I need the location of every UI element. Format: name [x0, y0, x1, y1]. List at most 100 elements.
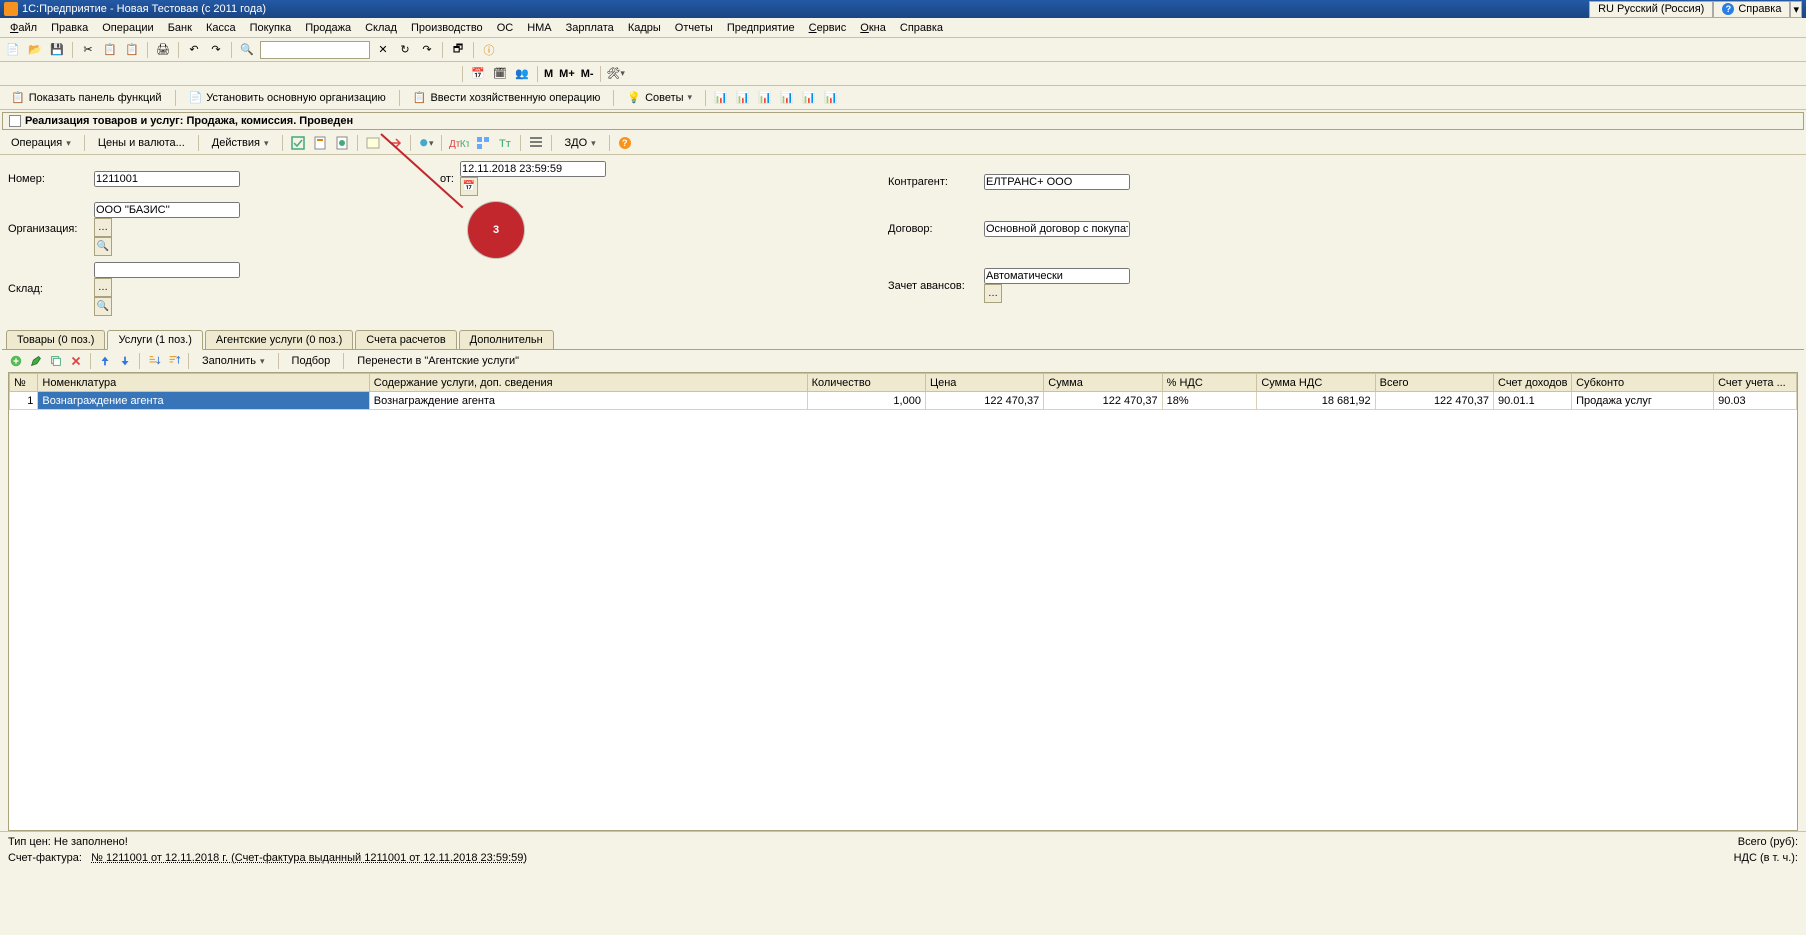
tab-additional[interactable]: Дополнительн	[459, 330, 554, 349]
print-icon[interactable]: 🖨	[154, 41, 172, 59]
add-row-icon[interactable]	[8, 353, 24, 369]
col-content[interactable]: Содержание услуги, доп. сведения	[369, 374, 807, 392]
menu-os[interactable]: ОС	[491, 20, 520, 36]
doc-icon-1[interactable]	[289, 134, 307, 152]
menu-purchase[interactable]: Покупка	[244, 20, 298, 36]
menu-operations[interactable]: Операции	[96, 20, 159, 36]
doc-icon-5[interactable]	[386, 134, 404, 152]
counterpart-field[interactable]	[984, 174, 1130, 190]
windows-icon[interactable]: 🗗	[449, 41, 467, 59]
copy-icon[interactable]: 📋	[101, 41, 119, 59]
search-icon[interactable]: 🔍	[238, 41, 256, 59]
col-vat-pct[interactable]: % НДС	[1162, 374, 1257, 392]
cell-content[interactable]: Вознаграждение агента	[369, 392, 807, 410]
cell-vat-pct[interactable]: 18%	[1162, 392, 1257, 410]
edit-row-icon[interactable]	[28, 353, 44, 369]
col-quantity[interactable]: Количество	[807, 374, 925, 392]
info-icon[interactable]: ⓘ	[480, 41, 498, 59]
menu-enterprise[interactable]: Предприятие	[721, 20, 801, 36]
menu-production[interactable]: Производство	[405, 20, 489, 36]
titlebar-dropdown[interactable]: ▾	[1790, 1, 1802, 18]
menu-reports[interactable]: Отчеты	[669, 20, 719, 36]
menu-service[interactable]: Сервис	[803, 20, 853, 36]
col-vat-sum[interactable]: Сумма НДС	[1257, 374, 1375, 392]
redo-icon[interactable]: ↷	[207, 41, 225, 59]
language-button[interactable]: RU Русский (Россия)	[1589, 1, 1713, 18]
calendar-icon[interactable]: 📅	[469, 65, 487, 83]
actions-dropdown[interactable]: Действия	[205, 135, 276, 151]
menu-warehouse[interactable]: Склад	[359, 20, 403, 36]
menu-hr[interactable]: Кадры	[622, 20, 667, 36]
m-minus-indicator[interactable]: M-	[581, 68, 594, 80]
doc-icon-6[interactable]	[417, 134, 435, 152]
cell-nomenclature[interactable]: Вознаграждение агента	[38, 392, 369, 410]
sort-desc-icon[interactable]	[166, 353, 182, 369]
menu-bank[interactable]: Банк	[162, 20, 198, 36]
undo-icon[interactable]: ↶	[185, 41, 203, 59]
tab-accounts[interactable]: Счета расчетов	[355, 330, 456, 349]
cell-subconto[interactable]: Продажа услуг	[1572, 392, 1714, 410]
fill-dropdown[interactable]: Заполнить	[195, 353, 272, 369]
col-n[interactable]: №	[10, 374, 38, 392]
search-input[interactable]	[260, 41, 370, 59]
date-field[interactable]	[460, 161, 606, 177]
menu-sale[interactable]: Продажа	[299, 20, 357, 36]
report-icon-3[interactable]: 📊	[756, 89, 774, 107]
org-search-button[interactable]: 🔍	[94, 237, 112, 256]
date-picker-button[interactable]: 📅	[460, 177, 478, 196]
tab-agent-services[interactable]: Агентские услуги (0 поз.)	[205, 330, 353, 349]
cut-icon[interactable]: ✂	[79, 41, 97, 59]
paste-icon[interactable]: 📋	[123, 41, 141, 59]
invoice-link[interactable]: № 1211001 от 12.11.2018 г. (Счет-фактура…	[91, 852, 527, 864]
cell-n[interactable]: 1	[10, 392, 38, 410]
cell-income-acc[interactable]: 90.01.1	[1494, 392, 1572, 410]
sort-asc-icon[interactable]	[146, 353, 162, 369]
report-icon-2[interactable]: 📊	[734, 89, 752, 107]
cell-total[interactable]: 122 470,37	[1375, 392, 1493, 410]
nav-icon[interactable]: ↷	[418, 41, 436, 59]
report-icon-6[interactable]: 📊	[822, 89, 840, 107]
menu-cash[interactable]: Касса	[200, 20, 242, 36]
help-button[interactable]: ?Справка	[1713, 1, 1790, 18]
services-grid[interactable]: № Номенклатура Содержание услуги, доп. с…	[8, 372, 1798, 831]
cell-sum[interactable]: 122 470,37	[1044, 392, 1162, 410]
doc-icon-3[interactable]	[333, 134, 351, 152]
doc-icon-tt[interactable]: Тт	[496, 134, 514, 152]
doc-help-icon[interactable]: ?	[616, 134, 634, 152]
col-nomenclature[interactable]: Номенклатура	[38, 374, 369, 392]
zdo-dropdown[interactable]: ЗДО	[558, 135, 603, 151]
tools-dropdown-icon[interactable]: 🛠	[607, 65, 625, 83]
move-up-icon[interactable]	[97, 353, 113, 369]
prices-button[interactable]: Цены и валюта...	[91, 135, 192, 151]
delete-row-icon[interactable]	[68, 353, 84, 369]
report-icon-5[interactable]: 📊	[800, 89, 818, 107]
cell-acc[interactable]: 90.03	[1714, 392, 1797, 410]
save-icon[interactable]: 💾	[48, 41, 66, 59]
warehouse-select-button[interactable]: …	[94, 278, 112, 297]
menu-help[interactable]: Справка	[894, 20, 949, 36]
col-account[interactable]: Счет учета ...	[1714, 374, 1797, 392]
menu-windows[interactable]: Окна	[854, 20, 892, 36]
warehouse-field[interactable]	[94, 262, 240, 278]
clear-search-icon[interactable]: ✕	[374, 41, 392, 59]
select-button[interactable]: Подбор	[285, 353, 338, 369]
doc-icon-dt-kt[interactable]: ДтКт	[448, 134, 470, 152]
col-sum[interactable]: Сумма	[1044, 374, 1162, 392]
transfer-button[interactable]: Перенести в "Агентские услуги"	[350, 353, 526, 369]
advance-select-button[interactable]: …	[984, 284, 1002, 303]
operation-dropdown[interactable]: Операция	[4, 135, 78, 151]
table-row[interactable]: 1 Вознаграждение агента Вознаграждение а…	[10, 392, 1797, 410]
menu-file[interactable]: Файл	[4, 20, 43, 36]
col-subconto[interactable]: Субконто	[1572, 374, 1714, 392]
users-icon[interactable]: 👥	[513, 65, 531, 83]
report-icon-1[interactable]: 📊	[712, 89, 730, 107]
doc-icon-structure[interactable]	[474, 134, 492, 152]
set-org-button[interactable]: 📄 Установить основную организацию	[182, 89, 393, 106]
tab-services[interactable]: Услуги (1 поз.)	[107, 330, 202, 350]
report-icon-4[interactable]: 📊	[778, 89, 796, 107]
open-icon[interactable]: 📂	[26, 41, 44, 59]
m-indicator[interactable]: M	[544, 68, 553, 80]
col-price[interactable]: Цена	[925, 374, 1043, 392]
menu-edit[interactable]: Правка	[45, 20, 94, 36]
doc-icon-2[interactable]	[311, 134, 329, 152]
